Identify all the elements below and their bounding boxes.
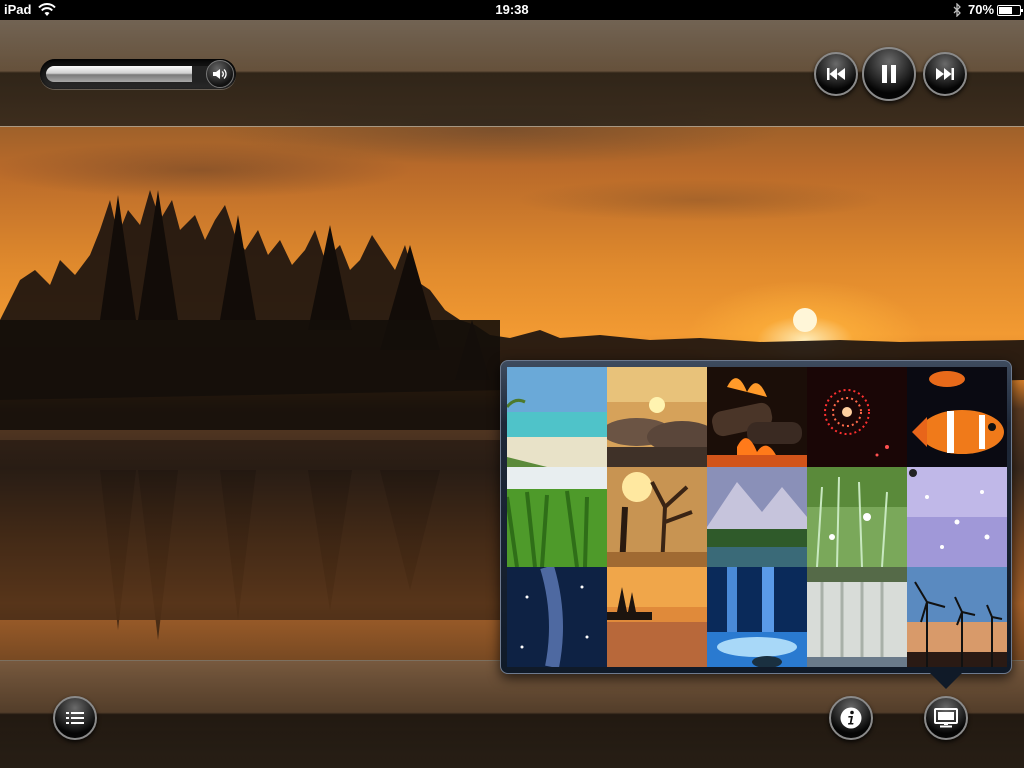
galaxy-thumbnail[interactable] xyxy=(507,567,607,667)
skip-forward-icon xyxy=(936,68,954,80)
next-button[interactable] xyxy=(923,52,967,96)
list-icon xyxy=(66,712,84,724)
fireplace-thumbnail[interactable] xyxy=(707,367,807,467)
fireworks-thumbnail[interactable] xyxy=(807,367,907,467)
pause-icon xyxy=(882,65,896,83)
volume-slider[interactable] xyxy=(40,59,236,89)
previous-button[interactable] xyxy=(814,52,858,96)
volume-fill xyxy=(46,66,193,82)
pause-button[interactable] xyxy=(862,47,916,101)
popover-arrow xyxy=(930,673,962,689)
scene-picker-popover xyxy=(500,360,1012,674)
tropical-beach-thumbnail[interactable] xyxy=(507,367,607,467)
wind-turbines-thumbnail[interactable] xyxy=(907,567,1007,667)
speaker-icon xyxy=(213,69,227,79)
autumn-tree-thumbnail[interactable] xyxy=(607,467,707,567)
waterfall-thumbnail[interactable] xyxy=(807,567,907,667)
clock: 19:38 xyxy=(495,2,529,17)
monitor-icon xyxy=(934,708,958,728)
meadow-thumbnail[interactable] xyxy=(807,467,907,567)
volume-track[interactable] xyxy=(46,66,216,82)
battery-icon xyxy=(997,5,1023,16)
lake-sunset-thumbnail[interactable] xyxy=(607,567,707,667)
sunset-clouds-thumbnail[interactable] xyxy=(607,367,707,467)
bluetooth-icon xyxy=(953,3,961,17)
display-scene-button[interactable] xyxy=(924,696,968,740)
skip-back-icon xyxy=(827,68,845,80)
grass-thumbnail[interactable] xyxy=(507,467,607,567)
raindrops-thumbnail[interactable] xyxy=(907,467,1007,567)
info-button[interactable] xyxy=(829,696,873,740)
mountain-lake-thumbnail[interactable] xyxy=(707,467,807,567)
status-bar: iPad 19:38 70% xyxy=(0,0,1024,20)
info-icon xyxy=(840,707,862,729)
battery-percent: 70% xyxy=(968,2,995,17)
scene-list-button[interactable] xyxy=(53,696,97,740)
ice-waterfall-thumbnail[interactable] xyxy=(707,567,807,667)
scene-thumbnail-grid xyxy=(507,367,1007,667)
clownfish-thumbnail[interactable] xyxy=(907,367,1007,467)
volume-knob[interactable] xyxy=(206,60,234,88)
